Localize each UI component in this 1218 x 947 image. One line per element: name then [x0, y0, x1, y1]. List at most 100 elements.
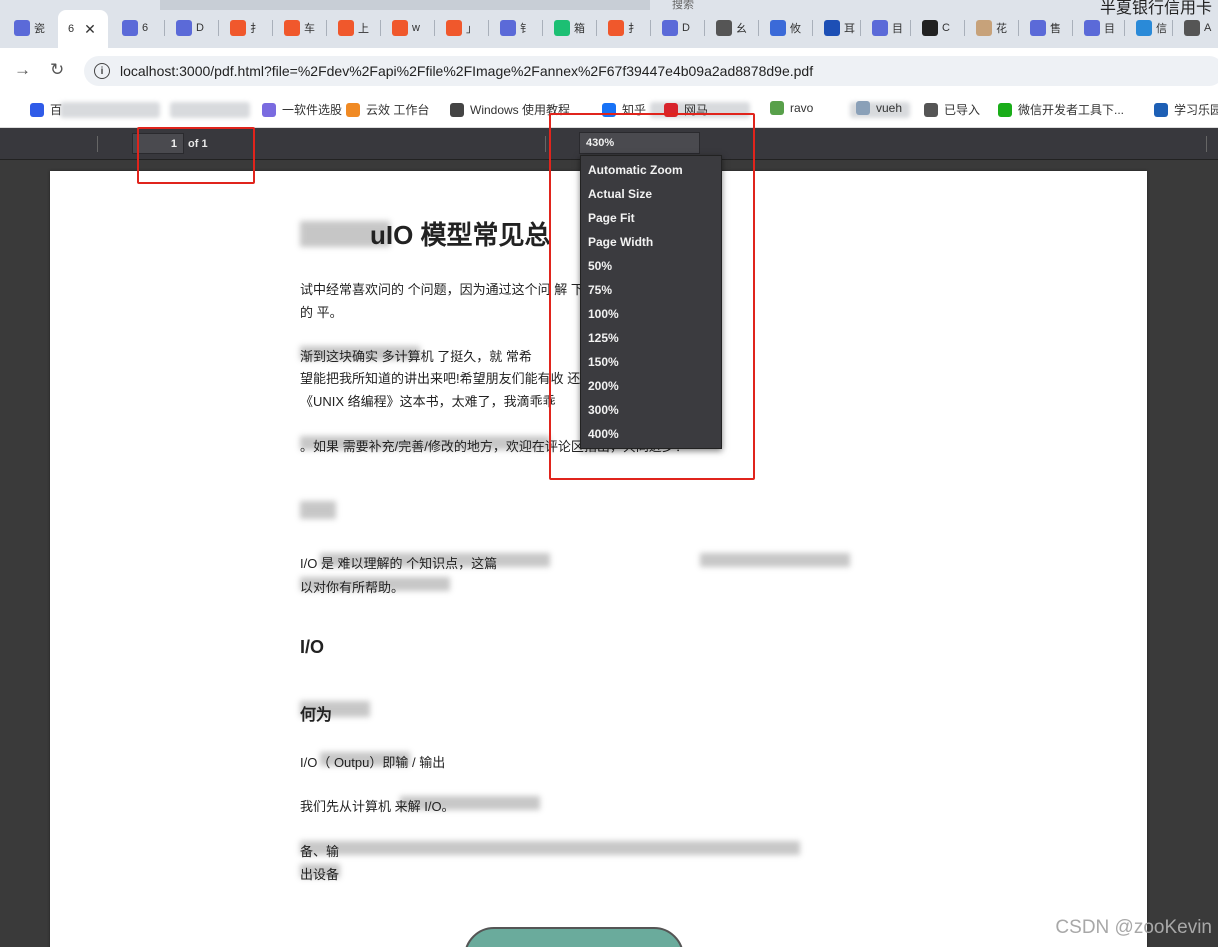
csdn-icon [338, 20, 354, 36]
bookmark-item[interactable]: 学习乐园 [1154, 101, 1218, 118]
bookmark-item[interactable]: 云效 工作台 [346, 101, 429, 118]
browser-tab[interactable]: 扌 [598, 12, 646, 44]
document-title: uIO 模型常见总 [370, 220, 551, 250]
site-info-icon[interactable]: i [94, 63, 110, 79]
browser-tab[interactable]: 钅 [490, 12, 538, 44]
tab-separator [1018, 20, 1019, 36]
tab-separator [910, 20, 911, 36]
tab-label: 钅 [520, 23, 531, 35]
top-search-text: 搜索 [672, 0, 694, 11]
bookmark-item[interactable]: 百 [30, 101, 62, 118]
tab-separator [272, 20, 273, 36]
browser-tab[interactable]: 瓷 [4, 12, 52, 44]
j-icon [824, 20, 840, 36]
browser-tab[interactable]: 攸 [760, 12, 808, 44]
vue-icon [176, 20, 192, 36]
tab-label: 花 [996, 23, 1007, 35]
browser-tab[interactable]: 目 [862, 12, 910, 44]
browser-tab[interactable]: D [166, 12, 214, 44]
bookmark-icon [998, 102, 1012, 117]
tab-label: 箱 [574, 23, 585, 35]
bookmark-label: 一软件选股 [282, 103, 343, 117]
browser-tab[interactable]: C [912, 12, 960, 44]
vue-icon [872, 20, 888, 36]
github-icon [922, 20, 938, 36]
paragraph-line: I/O 是 难以理解的 个知识点，这篇 [300, 556, 498, 571]
browser-tab[interactable]: 信 [1126, 12, 1174, 44]
url-text[interactable]: localhost:3000/pdf.html?file=%2Fdev%2Fap… [120, 63, 813, 79]
paragraph-line: 《UNIX 络编程》这本书，太难了，我滴乖乖 [300, 394, 556, 409]
bookmark-item[interactable]: vueh [856, 101, 902, 115]
bookmark-icon [924, 102, 938, 117]
reload-icon[interactable]: ↻ [50, 60, 64, 80]
close-tab-icon[interactable]: ✕ [84, 21, 96, 38]
section-heading: 何为 [300, 707, 333, 724]
vue-icon [500, 20, 516, 36]
browser-tab[interactable]: A [1174, 12, 1218, 44]
bookmark-item[interactable]: 微信开发者工具下... [998, 101, 1124, 118]
tab-separator [164, 20, 165, 36]
tab-label: 耳 [844, 23, 855, 35]
diagram-shape [464, 927, 684, 947]
tab-label: A [1204, 22, 1212, 34]
browser-tab[interactable]: 6 ✕ [58, 10, 108, 48]
tab-separator [380, 20, 381, 36]
tab-separator [488, 20, 489, 36]
paragraph-line: 的 平。 [300, 305, 343, 320]
omnibox[interactable]: i localhost:3000/pdf.html?file=%2Fdev%2F… [84, 56, 1218, 86]
tab-label: 6 [142, 22, 149, 34]
annotation-box-zoom [549, 113, 755, 480]
forward-arrow-icon[interactable]: → [14, 60, 31, 80]
tab-separator [1072, 20, 1073, 36]
bookmark-icon [450, 102, 464, 117]
tab-label: 上 [358, 23, 369, 35]
address-bar: → ↻ i localhost:3000/pdf.html?file=%2Fde… [0, 48, 1218, 94]
browser-tab[interactable]: 上 [328, 12, 376, 44]
blurred-region [300, 841, 800, 855]
paragraph-line: 以对你有所帮助。 [300, 580, 405, 595]
browser-tab[interactable]: 花 [966, 12, 1014, 44]
bookmark-label: 学习乐园 [1174, 103, 1218, 117]
bookmark-item[interactable]: 已导入 [924, 101, 980, 118]
tab-label: 瓷 [34, 23, 45, 35]
csdn-icon [392, 20, 408, 36]
csdn-icon [446, 20, 462, 36]
tab-label: C [942, 22, 950, 34]
browser-tab[interactable]: D [652, 12, 700, 44]
tab-separator [434, 20, 435, 36]
blue-icon [770, 20, 786, 36]
tab-separator [218, 20, 219, 36]
browser-tab[interactable]: 目 [1074, 12, 1122, 44]
a-icon [1184, 20, 1200, 36]
bookmark-label: 云效 工作台 [366, 103, 430, 117]
browser-tab[interactable]: 」 [436, 12, 484, 44]
vue-icon [1084, 20, 1100, 36]
browser-tab[interactable]: 耳 [814, 12, 862, 44]
browser-tab[interactable]: 箱 [544, 12, 592, 44]
bookmark-icon [346, 102, 360, 117]
vue-icon [662, 20, 678, 36]
avatar-icon [976, 20, 992, 36]
browser-tab[interactable]: 扌 [220, 12, 268, 44]
globe-icon [716, 20, 732, 36]
bookmark-label: ravo [790, 101, 814, 115]
bookmark-icon [1154, 102, 1168, 117]
tab-separator [758, 20, 759, 36]
bookmark-item[interactable]: 一软件选股 [262, 101, 342, 118]
watermark: CSDN @zooKevin [1055, 917, 1212, 938]
paragraph-line: 渐到这块确实 多计算机 了挺久，就 常希 [300, 349, 532, 364]
vue-icon [122, 20, 138, 36]
bookmark-label: 已导入 [944, 103, 981, 117]
browser-tab[interactable]: 6 [112, 12, 160, 44]
tab-label: 扌 [250, 23, 261, 35]
play-icon [554, 20, 570, 36]
browser-tab[interactable]: 售 [1020, 12, 1068, 44]
bookmark-item[interactable]: ravo [770, 101, 813, 115]
paragraph-line: 备、输 [300, 844, 340, 859]
bookmark-icon [770, 101, 784, 115]
tab-label: 」 [466, 23, 477, 35]
tab-strip: 搜索 半夏银行信用卡 瓷 6 ✕ 6 D 扌车上 w」钅箱扌 D 幺攸耳目 C 花售目信 A [0, 0, 1218, 48]
browser-tab[interactable]: 车 [274, 12, 322, 44]
browser-tab[interactable]: w [382, 12, 430, 44]
browser-tab[interactable]: 幺 [706, 12, 754, 44]
